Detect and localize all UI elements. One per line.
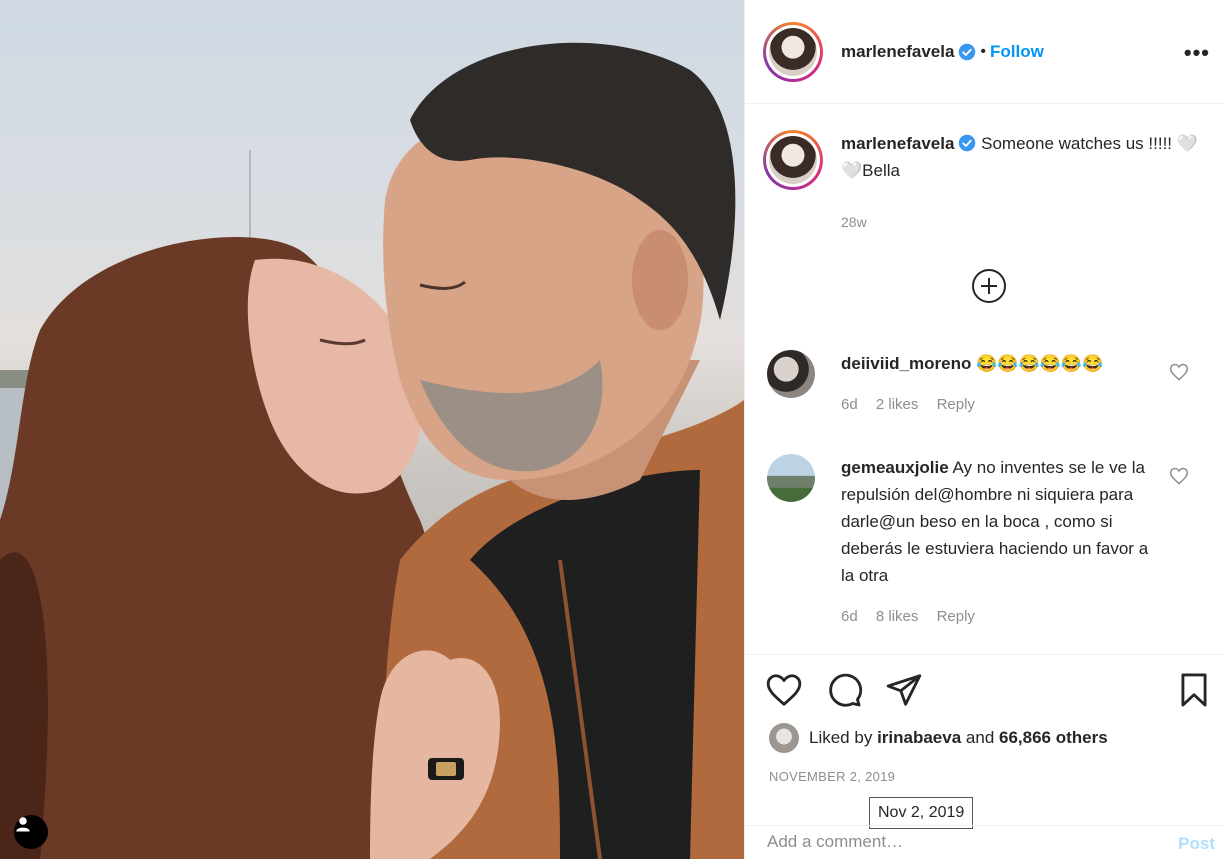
comment-like-heart-icon[interactable] bbox=[1169, 362, 1189, 382]
post-caption: marlenefavela Someone watches us !!!!! 🤍… bbox=[763, 130, 1213, 190]
author-username[interactable]: marlenefavela bbox=[841, 42, 954, 62]
comment-likes[interactable]: 8 likes bbox=[876, 608, 919, 625]
likes-count[interactable]: 66,866 others bbox=[999, 728, 1108, 748]
comment-time[interactable]: 6d bbox=[841, 396, 858, 413]
comment-text: 😂😂😂😂😂😂 bbox=[976, 354, 1104, 373]
add-comment-bar: Post bbox=[745, 825, 1224, 859]
comment-bubble-icon[interactable] bbox=[825, 671, 863, 709]
reply-button[interactable]: Reply bbox=[937, 608, 975, 625]
separator-dot: • bbox=[980, 42, 987, 60]
commenter-username[interactable]: deiiviid_moreno bbox=[841, 354, 971, 373]
verified-badge-icon bbox=[959, 134, 976, 152]
post-header: marlenefavela • Follow ••• bbox=[745, 0, 1224, 104]
action-icons bbox=[765, 671, 923, 709]
caption-username[interactable]: marlenefavela bbox=[841, 134, 954, 153]
photo-illustration bbox=[0, 42, 744, 859]
author-avatar[interactable] bbox=[763, 21, 823, 82]
post-date[interactable]: NOVEMBER 2, 2019 bbox=[769, 769, 895, 784]
liker-username[interactable]: irinabaeva bbox=[877, 728, 961, 748]
commenter-avatar[interactable] bbox=[767, 350, 815, 398]
verified-badge-icon bbox=[959, 43, 976, 60]
comment-item: deiiviid_moreno 😂😂😂😂😂😂 6d 2 likes Reply bbox=[767, 350, 1207, 418]
post-side-panel: marlenefavela • Follow ••• marlenefavela… bbox=[744, 0, 1224, 859]
comment-text: Ay no inventes se le ve la repulsión del… bbox=[841, 458, 1149, 585]
comment-likes[interactable]: 2 likes bbox=[876, 396, 919, 413]
reply-button[interactable]: Reply bbox=[937, 396, 975, 413]
plus-circle-icon[interactable] bbox=[971, 268, 1007, 304]
post-comment-button[interactable]: Post bbox=[1178, 834, 1215, 854]
comment-item: gemeauxjolie Ay no inventes se le ve la … bbox=[767, 454, 1207, 630]
comment-input[interactable] bbox=[767, 832, 1147, 852]
caption-time[interactable]: 28w bbox=[841, 214, 867, 230]
comment-time[interactable]: 6d bbox=[841, 608, 858, 625]
likes-summary: Liked by irinabaeva and 66,866 others bbox=[769, 723, 1108, 753]
heart-icon[interactable] bbox=[765, 671, 803, 709]
user-tag-icon[interactable] bbox=[14, 815, 48, 849]
more-options-button[interactable]: ••• bbox=[1184, 40, 1210, 66]
commenter-avatar[interactable] bbox=[767, 454, 815, 502]
instagram-post: marlenefavela • Follow ••• marlenefavela… bbox=[0, 0, 1224, 859]
liker-avatar[interactable] bbox=[769, 723, 799, 753]
caption-author-avatar[interactable] bbox=[763, 130, 823, 190]
follow-button[interactable]: Follow bbox=[990, 42, 1044, 62]
post-photo[interactable] bbox=[0, 0, 744, 859]
bookmark-icon[interactable] bbox=[1175, 671, 1213, 709]
comment-body: gemeauxjolie Ay no inventes se le ve la … bbox=[841, 454, 1161, 630]
likes-prefix: Liked by bbox=[809, 728, 873, 747]
comment-meta: 6d 2 likes Reply bbox=[841, 391, 1161, 418]
likes-and: and bbox=[965, 728, 995, 747]
caption-text-block: marlenefavela Someone watches us !!!!! 🤍… bbox=[841, 130, 1211, 190]
commenter-username[interactable]: gemeauxjolie bbox=[841, 458, 949, 477]
comment-meta: 6d 8 likes Reply bbox=[841, 603, 1161, 630]
comment-like-heart-icon[interactable] bbox=[1169, 466, 1189, 486]
comment-body: deiiviid_moreno 😂😂😂😂😂😂 6d 2 likes Reply bbox=[841, 350, 1161, 418]
post-actions-section: Liked by irinabaeva and 66,866 others NO… bbox=[745, 654, 1224, 859]
paper-plane-icon[interactable] bbox=[885, 671, 923, 709]
